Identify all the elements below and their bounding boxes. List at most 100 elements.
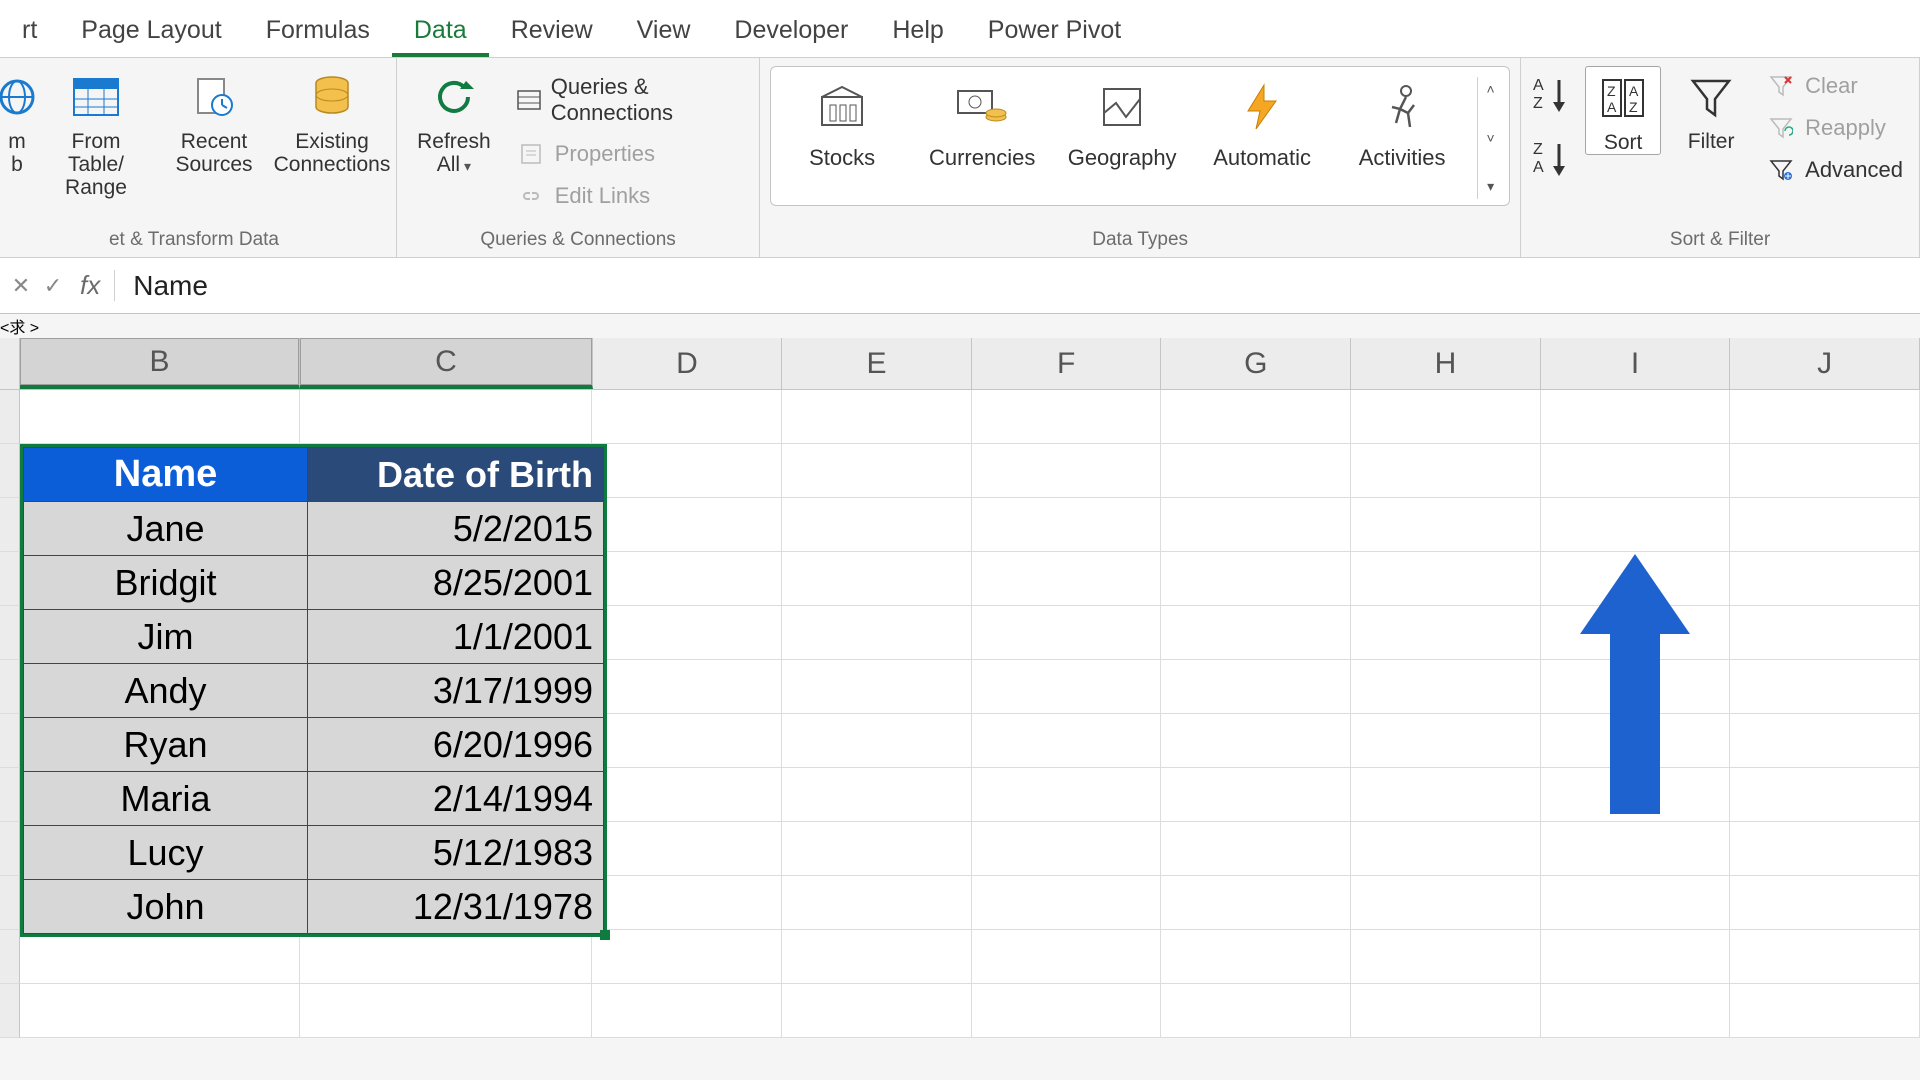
- cell[interactable]: [1730, 768, 1920, 822]
- cell[interactable]: [1351, 660, 1541, 714]
- fx-icon[interactable]: fx: [74, 270, 115, 301]
- cell[interactable]: [300, 930, 592, 984]
- cell[interactable]: [972, 606, 1162, 660]
- col-header-B[interactable]: B: [20, 338, 300, 389]
- expand-icon[interactable]: ▾: [1482, 178, 1499, 195]
- cell[interactable]: [592, 498, 782, 552]
- cell[interactable]: [1541, 444, 1731, 498]
- clear-filter-button[interactable]: Clear: [1761, 68, 1909, 104]
- data-type-automatic[interactable]: Automatic: [1197, 77, 1327, 171]
- queries-connections-button[interactable]: Queries & Connections: [511, 70, 749, 130]
- col-header-E[interactable]: E: [782, 338, 972, 389]
- cell[interactable]: [1161, 714, 1351, 768]
- tab-power-pivot[interactable]: Power Pivot: [966, 6, 1143, 57]
- table-row[interactable]: John12/31/1978: [24, 880, 604, 934]
- from-web-button[interactable]: m b: [2, 66, 32, 176]
- cell[interactable]: [1730, 444, 1920, 498]
- col-header-H[interactable]: H: [1351, 338, 1541, 389]
- cell[interactable]: [1730, 606, 1920, 660]
- cell[interactable]: [1161, 660, 1351, 714]
- cell[interactable]: [20, 930, 300, 984]
- cell[interactable]: [1541, 876, 1731, 930]
- table-row[interactable]: Jim1/1/2001: [24, 610, 604, 664]
- table-row[interactable]: Ryan6/20/1996: [24, 718, 604, 772]
- advanced-filter-button[interactable]: Advanced: [1761, 152, 1909, 188]
- cell[interactable]: [972, 930, 1162, 984]
- cell[interactable]: [1730, 498, 1920, 552]
- table-row[interactable]: Jane5/2/2015: [24, 502, 604, 556]
- cell[interactable]: [1351, 714, 1541, 768]
- cell[interactable]: [1161, 552, 1351, 606]
- col-header-D[interactable]: D: [593, 338, 783, 389]
- cell[interactable]: [1730, 822, 1920, 876]
- cell[interactable]: [782, 984, 972, 1038]
- chevron-down-icon[interactable]: ˅: [1482, 130, 1499, 146]
- cell[interactable]: [972, 876, 1162, 930]
- cell[interactable]: [1351, 606, 1541, 660]
- cell[interactable]: [972, 552, 1162, 606]
- cell[interactable]: [1351, 552, 1541, 606]
- cell[interactable]: [592, 606, 782, 660]
- data-type-stocks[interactable]: Stocks: [777, 77, 907, 171]
- cell[interactable]: [782, 390, 972, 444]
- cell[interactable]: [1730, 390, 1920, 444]
- cell[interactable]: [592, 876, 782, 930]
- cell[interactable]: [782, 714, 972, 768]
- formula-input[interactable]: [115, 270, 1920, 302]
- cell[interactable]: [972, 714, 1162, 768]
- cell[interactable]: [1161, 444, 1351, 498]
- cell[interactable]: [972, 498, 1162, 552]
- header-name[interactable]: Name: [24, 448, 308, 502]
- cell[interactable]: [300, 390, 592, 444]
- tab-developer[interactable]: Developer: [712, 6, 870, 57]
- refresh-all-button[interactable]: Refresh All▾: [407, 66, 501, 176]
- col-header-J[interactable]: J: [1730, 338, 1920, 389]
- existing-connections-button[interactable]: Existing Connections: [278, 66, 386, 176]
- data-type-geography[interactable]: Geography: [1057, 77, 1187, 171]
- cell[interactable]: [1351, 390, 1541, 444]
- cell[interactable]: [1351, 768, 1541, 822]
- sort-descending-button[interactable]: ZA: [1531, 138, 1575, 182]
- cell[interactable]: [592, 822, 782, 876]
- cell[interactable]: [1351, 498, 1541, 552]
- cell[interactable]: [972, 768, 1162, 822]
- cell[interactable]: [782, 768, 972, 822]
- cell[interactable]: [782, 552, 972, 606]
- cell[interactable]: [1161, 930, 1351, 984]
- cell[interactable]: [1730, 876, 1920, 930]
- col-header-G[interactable]: G: [1161, 338, 1351, 389]
- tab-formulas[interactable]: Formulas: [244, 6, 392, 57]
- cell[interactable]: [300, 984, 592, 1038]
- tab-help[interactable]: Help: [870, 6, 965, 57]
- cell[interactable]: [782, 444, 972, 498]
- cell[interactable]: [1351, 876, 1541, 930]
- filter-button[interactable]: Filter: [1671, 66, 1751, 153]
- cell[interactable]: [1541, 390, 1731, 444]
- cancel-icon[interactable]: ✕: [8, 273, 34, 299]
- tab-view[interactable]: View: [615, 6, 713, 57]
- cell[interactable]: [782, 930, 972, 984]
- sort-button[interactable]: ZAAZ Sort: [1585, 66, 1661, 155]
- cell[interactable]: [1161, 606, 1351, 660]
- cell[interactable]: [1730, 984, 1920, 1038]
- enter-icon[interactable]: ✓: [40, 273, 66, 299]
- cell[interactable]: [1730, 552, 1920, 606]
- cell[interactable]: [972, 822, 1162, 876]
- cell[interactable]: [782, 876, 972, 930]
- table-row[interactable]: Bridgit8/25/2001: [24, 556, 604, 610]
- cell[interactable]: [1541, 822, 1731, 876]
- cell[interactable]: [782, 660, 972, 714]
- cell[interactable]: [1351, 930, 1541, 984]
- cell[interactable]: [20, 984, 300, 1038]
- cell[interactable]: [972, 984, 1162, 1038]
- cell[interactable]: [1161, 498, 1351, 552]
- cell[interactable]: [782, 606, 972, 660]
- cell[interactable]: [1161, 984, 1351, 1038]
- table-row[interactable]: Andy3/17/1999: [24, 664, 604, 718]
- tab-data[interactable]: Data: [392, 6, 489, 57]
- col-header-I[interactable]: I: [1541, 338, 1731, 389]
- data-types-scroll[interactable]: ˄ ˅ ▾: [1477, 77, 1503, 199]
- cell[interactable]: [1161, 390, 1351, 444]
- cell[interactable]: [592, 390, 782, 444]
- cell[interactable]: [20, 390, 300, 444]
